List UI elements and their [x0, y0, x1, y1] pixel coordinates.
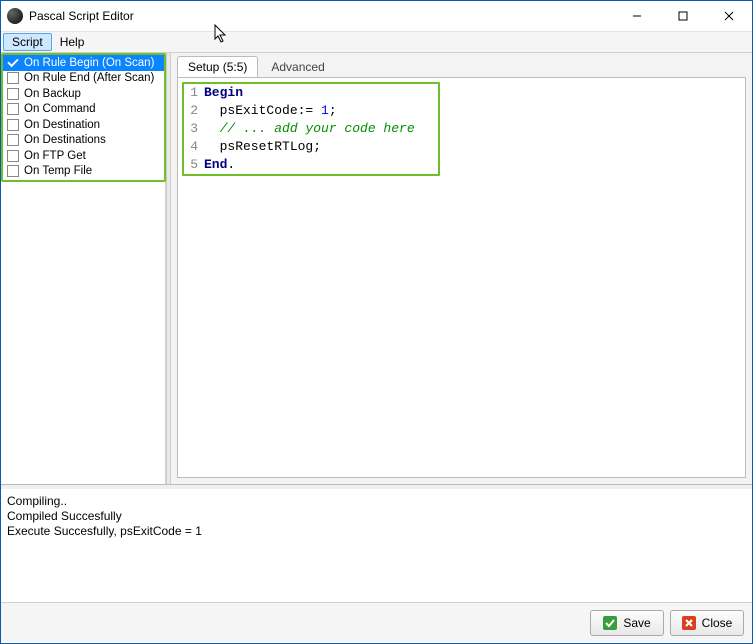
x-icon [682, 616, 696, 630]
output-line: Execute Succesfully, psExitCode = 1 [7, 524, 746, 539]
code-text: // ... add your code here [204, 120, 415, 138]
event-item[interactable]: On Rule Begin (On Scan) [3, 55, 164, 71]
footer: Save Close [1, 602, 752, 642]
checkbox-icon[interactable] [7, 103, 19, 115]
gutter-number: 5 [184, 156, 204, 174]
output-line: Compiled Succesfully [7, 509, 746, 524]
check-icon [603, 616, 617, 630]
event-item[interactable]: On Temp File [3, 164, 164, 180]
checkbox-icon[interactable] [7, 150, 19, 162]
close-button[interactable]: Close [670, 610, 744, 636]
code-line: 3 // ... add your code here [184, 120, 438, 138]
menubar: Script Help [1, 31, 752, 53]
titlebar: Pascal Script Editor [1, 1, 752, 31]
code-line: 4 psResetRTLog; [184, 138, 438, 156]
checkbox-icon[interactable] [7, 88, 19, 100]
gutter-number: 3 [184, 120, 204, 138]
output-pane[interactable]: Compiling..Compiled SuccesfullyExecute S… [1, 489, 752, 602]
app-icon [7, 8, 23, 24]
event-item-label: On FTP Get [24, 150, 86, 162]
editor-tabs: Setup (5:5) Advanced [171, 53, 752, 77]
code-text: psResetRTLog; [204, 138, 321, 156]
window-title: Pascal Script Editor [29, 9, 614, 23]
maximize-button[interactable] [660, 1, 706, 31]
tab-advanced[interactable]: Advanced [260, 56, 335, 77]
event-item[interactable]: On Destinations [3, 133, 164, 149]
event-item[interactable]: On FTP Get [3, 148, 164, 164]
checkbox-icon[interactable] [7, 134, 19, 146]
menu-help[interactable]: Help [52, 32, 93, 52]
code-line: 5End. [184, 156, 438, 174]
output-line: Compiling.. [7, 494, 746, 509]
checkbox-icon[interactable] [7, 119, 19, 131]
code-highlight-box: 1Begin2 psExitCode:= 1;3 // ... add your… [182, 82, 440, 176]
window-controls [614, 1, 752, 31]
main-split: On Rule Begin (On Scan) On Rule End (Afte… [1, 53, 752, 485]
event-item[interactable]: On Command [3, 102, 164, 118]
event-list: On Rule Begin (On Scan) On Rule End (Afte… [1, 53, 166, 182]
gutter-number: 1 [184, 84, 204, 102]
event-item-label: On Rule Begin (On Scan) [24, 57, 154, 69]
editor-column: Setup (5:5) Advanced 1Begin2 psExitCode:… [171, 53, 752, 484]
event-item-label: On Temp File [24, 165, 92, 177]
event-item[interactable]: On Backup [3, 86, 164, 102]
sidebar-column: On Rule Begin (On Scan) On Rule End (Afte… [1, 53, 166, 484]
tab-setup[interactable]: Setup (5:5) [177, 56, 258, 77]
save-button-label: Save [623, 616, 650, 630]
event-item[interactable]: On Rule End (After Scan) [3, 71, 164, 87]
minimize-button[interactable] [614, 1, 660, 31]
code-editor[interactable]: 1Begin2 psExitCode:= 1;3 // ... add your… [177, 77, 746, 478]
event-item-label: On Backup [24, 88, 81, 100]
save-button[interactable]: Save [590, 610, 664, 636]
gutter-number: 4 [184, 138, 204, 156]
checkbox-icon[interactable] [7, 72, 19, 84]
checkbox-icon[interactable] [7, 165, 19, 177]
code-text: psExitCode:= 1; [204, 102, 337, 120]
event-item-label: On Rule End (After Scan) [24, 72, 154, 84]
close-button-label: Close [702, 616, 733, 630]
event-item-label: On Command [24, 103, 96, 115]
gutter-number: 2 [184, 102, 204, 120]
event-item[interactable]: On Destination [3, 117, 164, 133]
event-item-label: On Destination [24, 119, 100, 131]
code-line: 2 psExitCode:= 1; [184, 102, 438, 120]
event-item-label: On Destinations [24, 134, 106, 146]
checkbox-icon[interactable] [7, 57, 19, 69]
code-line: 1Begin [184, 84, 438, 102]
menu-script[interactable]: Script [3, 33, 52, 51]
code-text: End. [204, 156, 235, 174]
close-window-button[interactable] [706, 1, 752, 31]
code-text: Begin [204, 84, 243, 102]
